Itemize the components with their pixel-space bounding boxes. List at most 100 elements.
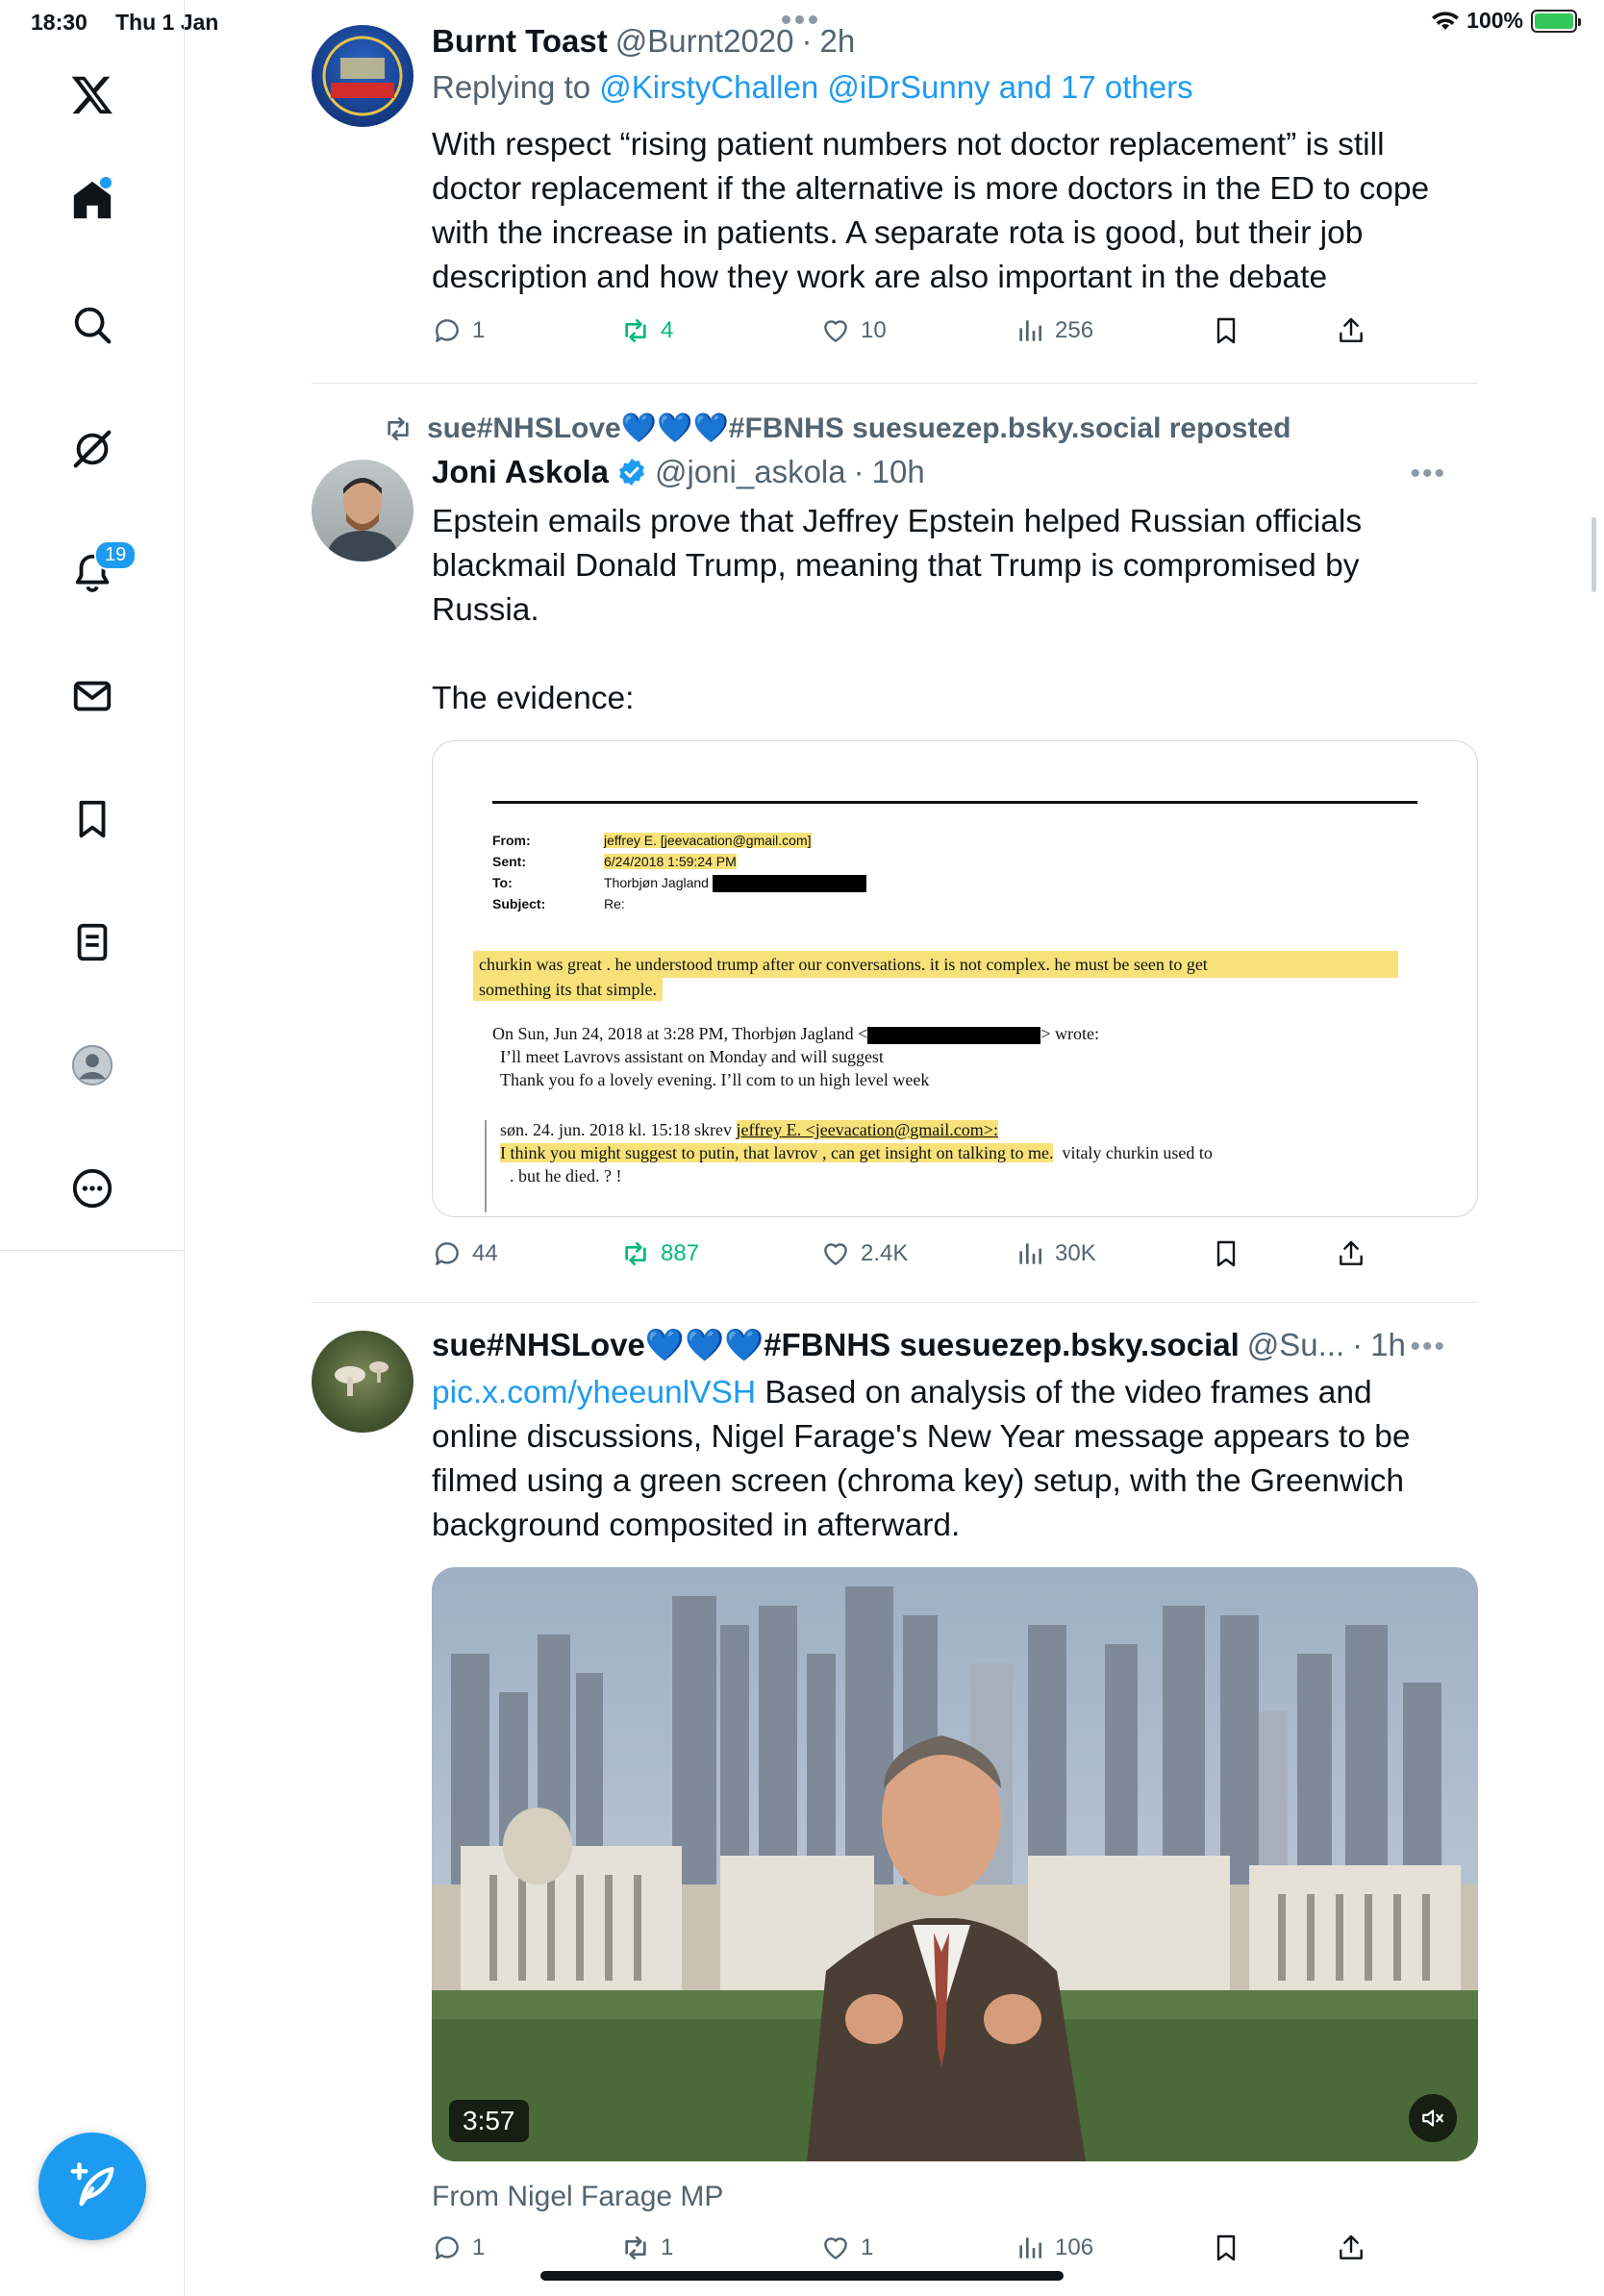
email-line: Thank you fo a lovely evening. I’ll com … [500, 1070, 930, 1089]
post-time[interactable]: 1h [1370, 1327, 1406, 1363]
sidebar-border [184, 1250, 185, 2296]
share-button[interactable] [1336, 315, 1366, 346]
like-button[interactable]: 10 [820, 315, 887, 346]
email-sent-value: 6/24/2018 1:59:24 PM [604, 854, 737, 869]
email-sent-label: Sent: [492, 854, 526, 869]
more-circle-icon [72, 1168, 113, 1209]
scrollbar[interactable] [1591, 517, 1596, 592]
sidebar-item-bookmarks[interactable] [58, 785, 127, 854]
avatar[interactable] [312, 1331, 414, 1433]
home-unread-dot [100, 177, 112, 188]
more-options-icon[interactable]: ••• [1410, 458, 1446, 490]
reply-button[interactable]: 1 [432, 2233, 485, 2263]
text-line: online discussions, Nigel Farage's New Y… [432, 1419, 1411, 1455]
email-subject-value: Re: [604, 896, 625, 911]
compose-post-button[interactable] [38, 2133, 146, 2240]
like-button[interactable]: 1 [820, 2233, 873, 2263]
bookmark-button[interactable] [1211, 315, 1241, 346]
replying-to-link[interactable]: @KirstyChallen @iDrSunny and 17 others [599, 69, 1192, 105]
replying-to-line: Replying to @KirstyChallen @iDrSunny and… [432, 69, 1193, 106]
compose-feather-icon [70, 2162, 114, 2207]
home-indicator[interactable] [540, 2271, 1064, 2281]
text-line: filmed using a green screen (chroma key)… [432, 1463, 1405, 1499]
video-player[interactable]: 3:57 [432, 1567, 1478, 2161]
email-screenshot-image[interactable]: From: Sent: To: Subject: jeffrey E. [jee… [432, 740, 1478, 1217]
more-options-icon[interactable]: ••• [1410, 1331, 1446, 1363]
author-handle[interactable]: @Su... [1247, 1327, 1344, 1363]
author-handle[interactable]: @joni_askola [655, 454, 846, 490]
bookmark-button[interactable] [1211, 2233, 1241, 2263]
list-icon [77, 923, 108, 961]
heart-icon [824, 1243, 847, 1265]
share-button[interactable] [1336, 2233, 1366, 2263]
text-line: background composited in afterward. [432, 1508, 961, 1543]
repost-icon [625, 1242, 646, 1265]
sidebar-item-more[interactable] [58, 1154, 127, 1223]
replying-prefix: Replying to [432, 69, 591, 105]
repost-button[interactable]: 4 [620, 315, 673, 346]
bookmark-button[interactable] [1211, 1238, 1241, 1269]
mute-button[interactable] [1409, 2094, 1457, 2142]
text-line: The evidence: [432, 681, 635, 716]
views-button[interactable]: 106 [1015, 2233, 1093, 2263]
repost-count: 1 [661, 2234, 674, 2260]
avatar[interactable] [312, 460, 414, 562]
email-subject-label: Subject: [492, 896, 546, 911]
sidebar-item-search[interactable] [58, 290, 127, 360]
sidebar-item-home[interactable] [58, 165, 127, 235]
email-line: søn. 24. jun. 2018 kl. 15:18 skrev [500, 1120, 737, 1139]
email-line: I think you might suggest to putin, that… [500, 1143, 1054, 1162]
author-name[interactable]: sue#NHSLove💙💙💙#FBNHS suesuezep.bsky.soci… [432, 1327, 1240, 1364]
tweet-actions: 1 1 1 106 [432, 2233, 1393, 2271]
repost-button[interactable]: 1 [620, 2233, 673, 2263]
views-button[interactable]: 256 [1015, 315, 1093, 346]
share-button[interactable] [1336, 1238, 1366, 1269]
sidebar-item-profile[interactable] [58, 1031, 127, 1100]
views-chart-icon [1019, 2237, 1041, 2259]
email-from-value: jeffrey E. [jeevacation@gmail.com] [604, 833, 812, 848]
post-time[interactable]: 10h [872, 454, 925, 490]
views-count: 30K [1055, 1240, 1096, 1266]
text-line: Based on analysis of the video frames an… [756, 1375, 1372, 1410]
sidebar-item-grok[interactable] [58, 414, 127, 484]
repost-count: 4 [661, 317, 674, 343]
views-count: 256 [1055, 317, 1094, 343]
email-line: On Sun, Jun 24, 2018 at 3:28 PM, Thorbjø… [492, 1024, 868, 1043]
video-source-line[interactable]: From Nigel Farage MP [432, 2181, 723, 2213]
repost-context-label[interactable]: sue#NHSLove💙💙💙#FBNHS suesuezep.bsky.soci… [427, 412, 1291, 445]
repost-button[interactable]: 887 [620, 1238, 699, 1269]
author-handle[interactable]: @Burnt2020 [615, 23, 794, 60]
bookmark-icon [79, 800, 106, 838]
pic-link[interactable]: pic.x.com/yheeunlVSH [432, 1375, 756, 1410]
author-name[interactable]: Joni Askola [432, 454, 609, 490]
video-thumbnail [432, 1567, 1478, 2161]
reply-button[interactable]: 1 [432, 315, 485, 346]
notifications-badge: 19 [94, 540, 138, 570]
x-logo-icon[interactable] [58, 60, 127, 129]
text-line: With respect “rising patient numbers not… [432, 127, 1385, 162]
email-line: > wrote: [1040, 1024, 1099, 1043]
text-line: description and how they work are also i… [432, 260, 1328, 295]
views-button[interactable]: 30K [1015, 1238, 1096, 1269]
bookmark-icon [1216, 2234, 1236, 2261]
share-icon [1340, 1240, 1363, 1265]
redaction-bar [712, 875, 866, 893]
sidebar-item-messages[interactable] [58, 661, 127, 731]
text-line: Epstein emails prove that Jeffrey Epstei… [432, 504, 1363, 539]
tweet-actions: 44 887 2.4K 30K [432, 1238, 1393, 1277]
author-name[interactable]: Burnt Toast [432, 23, 608, 60]
like-button[interactable]: 2.4K [820, 1238, 908, 1269]
text-line: blackmail Donald Trump, meaning that Tru… [432, 548, 1360, 584]
battery-percent: 100% [1466, 8, 1523, 33]
mail-icon [73, 681, 112, 711]
repost-context: sue#NHSLove💙💙💙#FBNHS suesuezep.bsky.soci… [383, 412, 1291, 445]
post-time[interactable]: 2h [820, 23, 856, 60]
sidebar-item-notifications[interactable]: 19 [58, 538, 138, 608]
sidebar-divider [0, 1250, 185, 1251]
tweet-divider [312, 1302, 1477, 1303]
sidebar-item-lists[interactable] [58, 908, 127, 977]
separator-dot: · [1352, 1327, 1364, 1362]
reply-button[interactable]: 44 [432, 1238, 498, 1269]
avatar[interactable] [312, 25, 414, 127]
email-quoted-original: søn. 24. jun. 2018 kl. 15:18 skrev jeffr… [500, 1118, 1213, 1187]
